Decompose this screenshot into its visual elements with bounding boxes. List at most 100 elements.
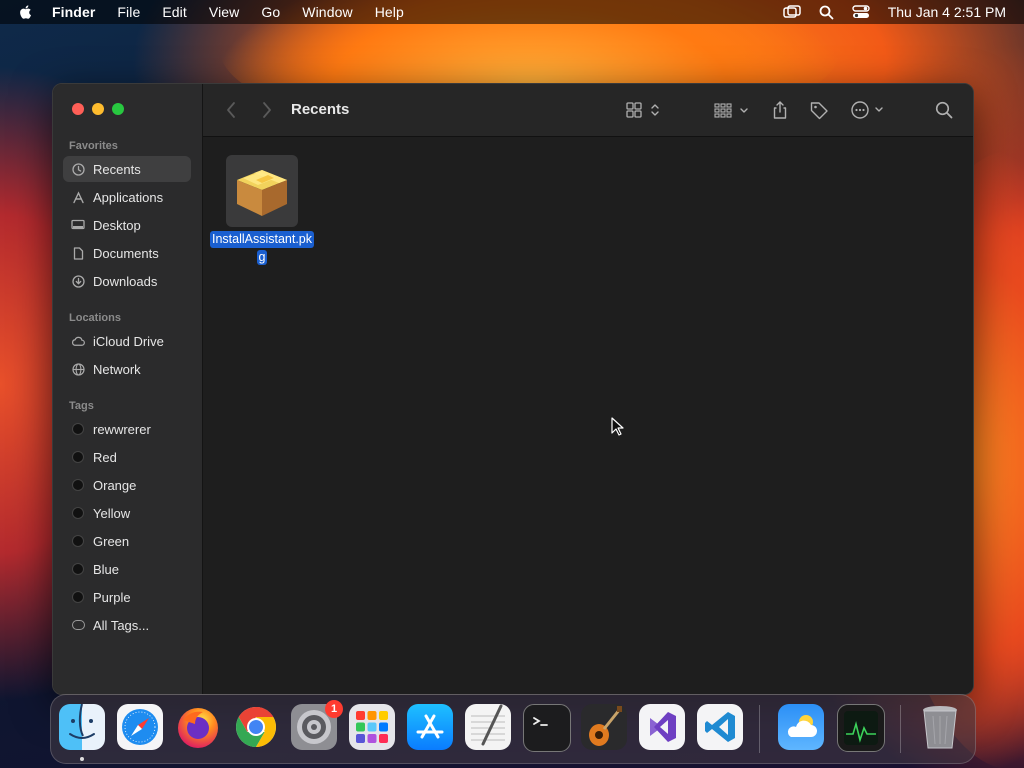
control-center-icon[interactable] (852, 5, 870, 19)
back-chevron-icon[interactable] (225, 101, 237, 119)
dock-textedit[interactable] (465, 704, 511, 750)
menu-bar-clock[interactable]: Thu Jan 4 2:51 PM (888, 4, 1006, 20)
screen-mirroring-icon[interactable] (782, 5, 801, 19)
icon-view-grid-icon (626, 102, 659, 118)
sidebar-item-label: rewwrerer (93, 421, 151, 437)
apple-logo-icon[interactable] (18, 4, 34, 20)
dock-garageband[interactable] (581, 704, 627, 750)
sidebar-item-label: Blue (93, 561, 120, 577)
more-actions-button[interactable] (850, 98, 886, 122)
dock-app-store[interactable] (407, 704, 453, 750)
sidebar-item-label: Recents (93, 161, 141, 177)
document-icon (71, 246, 85, 260)
sidebar-item-label: Network (93, 361, 141, 377)
favorites-section-title: Favorites (69, 140, 118, 152)
file-icon-container (226, 155, 298, 227)
menu-file[interactable]: File (117, 4, 140, 20)
dock-trash[interactable] (917, 704, 963, 750)
search-button[interactable] (935, 98, 953, 122)
textedit-icon (471, 704, 505, 746)
minimize-button[interactable] (92, 103, 104, 115)
sidebar-item-network[interactable]: Network (63, 356, 191, 382)
dock-activity-monitor[interactable] (837, 704, 885, 752)
sidebar-item-label: Downloads (93, 273, 158, 289)
sidebar-all-tags[interactable]: All Tags... (63, 612, 191, 638)
cloud-icon (71, 334, 85, 348)
sidebar-item-applications[interactable]: Applications (63, 184, 191, 210)
dock-vscode[interactable] (697, 704, 743, 750)
sidebar-item-label: Applications (93, 189, 164, 205)
sidebar-tag-green[interactable]: Green (63, 528, 191, 554)
group-by-button[interactable] (714, 98, 752, 122)
sidebar-item-label: All Tags... (93, 617, 150, 633)
weather-cloud-icon (787, 715, 817, 737)
sidebar-item-label: Desktop (93, 217, 141, 233)
tag-dot-icon (72, 451, 84, 463)
sidebar-tag-yellow[interactable]: Yellow (63, 500, 191, 526)
finder-face-icon (69, 704, 95, 739)
group-grid-icon (714, 103, 748, 118)
globe-icon (71, 362, 85, 376)
sidebar-item-label: iCloud Drive (93, 333, 164, 349)
menu-help[interactable]: Help (375, 4, 404, 20)
sidebar-tag-blue[interactable]: Blue (63, 556, 191, 582)
sidebar-item-label: Yellow (93, 505, 131, 521)
sidebar-tag-purple[interactable]: Purple (63, 584, 191, 610)
menu-edit[interactable]: Edit (162, 4, 187, 20)
sidebar-item-icloud-drive[interactable]: iCloud Drive (63, 328, 191, 354)
file-name-line1: InstallAssistant.pk (209, 231, 315, 248)
tag-dot-icon (72, 479, 84, 491)
dock-launchpad[interactable] (349, 704, 395, 750)
tags-section-title: Tags (69, 400, 94, 412)
clock-icon (71, 162, 85, 176)
sidebar-item-label: Orange (93, 477, 137, 493)
dock-finder[interactable] (59, 704, 105, 750)
locations-section-title: Locations (69, 312, 121, 324)
ellipsis-circle-icon (851, 101, 883, 119)
sidebar: Favorites Recents Applications Desktop D… (53, 84, 203, 694)
tag-dot-icon (72, 507, 84, 519)
view-mode-button[interactable] (626, 98, 664, 122)
tag-icon (810, 102, 828, 120)
vscode-icon (705, 712, 735, 742)
notification-badge: 1 (325, 700, 343, 718)
tag-dot-icon (72, 591, 84, 603)
close-button[interactable] (72, 103, 84, 115)
sidebar-tag-rewwrerer[interactable]: rewwrerer (63, 416, 191, 442)
zoom-button[interactable] (112, 103, 124, 115)
sidebar-item-desktop[interactable]: Desktop (63, 212, 191, 238)
file-browser-content[interactable]: InstallAssistant.pk g (203, 137, 973, 694)
dock-weather[interactable] (778, 704, 824, 750)
menu-window[interactable]: Window (302, 4, 352, 20)
terminal-prompt-icon (533, 717, 548, 726)
sidebar-item-downloads[interactable]: Downloads (63, 268, 191, 294)
menu-app-name[interactable]: Finder (52, 4, 95, 20)
menu-view[interactable]: View (209, 4, 240, 20)
dock: 1 (50, 694, 976, 764)
file-item[interactable]: InstallAssistant.pk g (207, 155, 317, 266)
dock-chrome[interactable] (233, 704, 279, 750)
sidebar-item-recents[interactable]: Recents (63, 156, 191, 182)
running-indicator (80, 757, 84, 761)
dock-terminal[interactable] (523, 704, 571, 752)
dock-safari[interactable] (117, 704, 163, 750)
tags-button[interactable] (809, 98, 829, 122)
dock-visual-studio[interactable] (639, 704, 685, 750)
sidebar-tag-red[interactable]: Red (63, 444, 191, 470)
toolbar: Recents (203, 84, 973, 137)
menu-go[interactable]: Go (261, 4, 280, 20)
visual-studio-icon (650, 712, 676, 742)
desktop-icon (71, 218, 85, 232)
dock-system-settings[interactable]: 1 (291, 700, 343, 750)
spotlight-search-icon[interactable] (819, 5, 834, 20)
forward-chevron-icon[interactable] (261, 101, 273, 119)
sidebar-item-documents[interactable]: Documents (63, 240, 191, 266)
guitar-icon (589, 706, 622, 746)
tag-dot-icon (72, 563, 84, 575)
launchpad-grid-icon (356, 711, 388, 743)
sidebar-tag-orange[interactable]: Orange (63, 472, 191, 498)
trash-icon (923, 706, 957, 749)
window-title: Recents (291, 101, 350, 118)
dock-firefox[interactable] (175, 704, 221, 750)
share-button[interactable] (771, 98, 789, 122)
